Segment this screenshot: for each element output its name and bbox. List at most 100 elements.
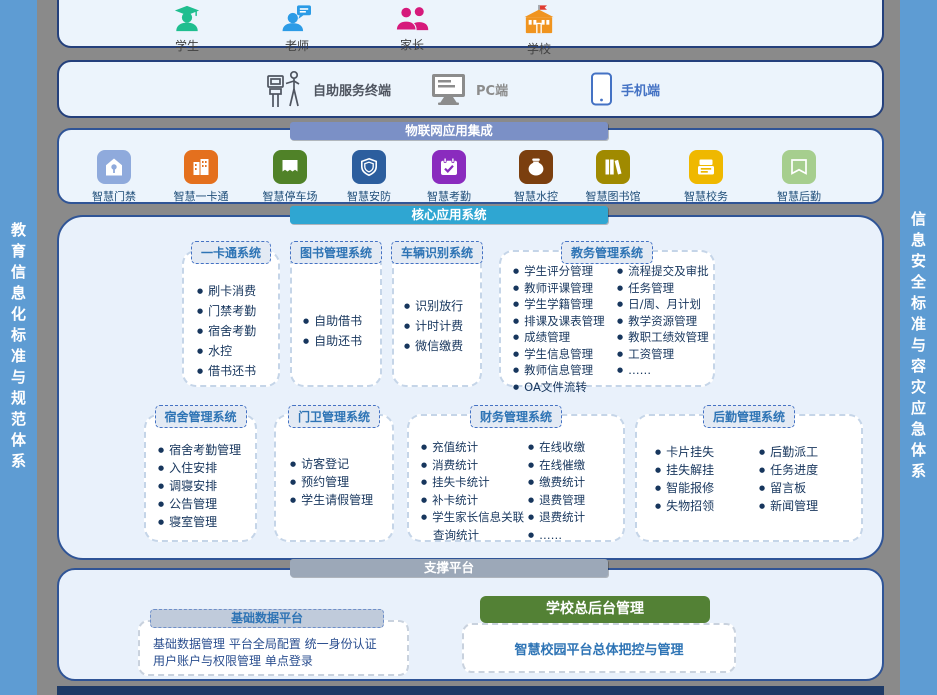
system-item-list: 自助借书自助还书 — [292, 252, 380, 352]
terminal-pc-label: PC端 — [476, 80, 508, 99]
list-item: 退费统计 — [528, 510, 619, 528]
attendance-calendar-icon — [432, 150, 466, 184]
list-item: 充值统计 — [421, 440, 528, 458]
school-backend-title: 学校总后台管理 — [480, 596, 710, 623]
system-title: 一卡通系统 — [191, 241, 271, 264]
system-gate: 门卫管理系统 访客登记预约管理学生请假管理 — [274, 414, 394, 542]
list-item: …… — [617, 363, 709, 380]
list-item: 访客登记 — [290, 456, 392, 474]
list-item: 智能报修 — [655, 480, 759, 498]
list-item: 在线收缴 — [528, 440, 619, 458]
school-icon — [522, 4, 556, 35]
left-standard-bar-label: 教育信息化标准与规范体系 — [8, 222, 29, 474]
list-item: 成绩管理 — [513, 330, 617, 347]
door-access-icon — [97, 150, 131, 184]
list-item: 计时计费 — [404, 317, 480, 337]
iot-label: 智慧一卡通 — [161, 188, 241, 204]
system-title: 教务管理系统 — [561, 241, 653, 264]
terminal-pc: PC端 — [430, 73, 508, 105]
system-library: 图书管理系统 自助借书自助还书 — [290, 250, 382, 387]
list-item: 教师信息管理 — [513, 363, 617, 380]
iot-logistics: 智慧后勤 — [759, 150, 839, 204]
list-item: 学生评分管理 — [513, 264, 617, 281]
one-card-icon — [184, 150, 218, 184]
list-item: 宿舍考勤管理 — [158, 442, 255, 460]
list-item: 教职工绩效管理 — [617, 330, 709, 347]
system-item-list: 充值统计消费统计挂失卡统计补卡统计学生家长信息关联查询统计 — [421, 440, 528, 545]
system-item-list: 访客登记预约管理学生请假管理 — [276, 416, 392, 510]
system-title: 车辆识别系统 — [391, 241, 483, 264]
list-item: 学生家长信息关联查询统计 — [421, 510, 528, 543]
iot-attendance: 智慧考勤 — [409, 150, 489, 204]
system-item-list: 识别放行计时计费微信缴费 — [394, 252, 480, 357]
core-systems-panel: 一卡通系统 刷卡消费门禁考勤宿舍考勤水控借书还书 图书管理系统 自助借书自助还书… — [57, 215, 884, 560]
list-item: 门禁考勤 — [197, 302, 278, 322]
system-item-list: 卡片挂失挂失解挂智能报修失物招领 — [655, 444, 759, 516]
list-item: 水控 — [197, 342, 278, 362]
system-finance: 财务管理系统 充值统计消费统计挂失卡统计补卡统计学生家长信息关联查询统计 在线收… — [407, 414, 625, 542]
left-standard-bar: 教育信息化标准与规范体系 — [0, 0, 37, 695]
support-panel: 基础数据平台 基础数据管理 平台全局配置 统一身份认证 用户账户与权限管理 单点… — [57, 568, 884, 681]
terminal-mobile-label: 手机端 — [621, 80, 660, 99]
user-student: 学生 — [152, 4, 222, 54]
system-item-list: 后勤派工任务进度留言板新闻管理 — [759, 444, 857, 516]
list-item: 消费统计 — [421, 458, 528, 476]
security-shield-icon — [352, 150, 386, 184]
list-item: 在线催缴 — [528, 458, 619, 476]
system-title: 图书管理系统 — [290, 241, 382, 264]
list-item: 失物招领 — [655, 498, 759, 516]
list-item: OA文件流转 — [513, 380, 617, 397]
iot-parking: 智慧停车场 — [250, 150, 330, 204]
terminal-kiosk-label: 自助服务终端 — [313, 80, 391, 99]
system-item-list: 学生评分管理教师评课管理学生学籍管理排课及课表管理成绩管理学生信息管理教师信息管… — [513, 264, 617, 396]
iot-label: 智慧安防 — [329, 188, 409, 204]
system-title: 门卫管理系统 — [288, 405, 380, 428]
school-backend-box: 智慧校园平台总体把控与管理 — [462, 623, 736, 673]
list-item: 日/周、月计划 — [617, 297, 709, 314]
school-backend-desc: 智慧校园平台总体把控与管理 — [514, 639, 683, 658]
list-item: 流程提交及审批 — [617, 264, 709, 281]
system-title: 宿舍管理系统 — [154, 405, 246, 428]
list-item: 学生信息管理 — [513, 347, 617, 364]
system-item-list: 流程提交及审批任务管理日/周、月计划教学资源管理教职工绩效管理工资管理…… — [617, 264, 709, 396]
logistics-banner-icon — [782, 150, 816, 184]
parking-icon — [273, 150, 307, 184]
list-item: 自助借书 — [303, 312, 380, 332]
iot-label: 智慧水控 — [496, 188, 576, 204]
iot-label: 智慧门禁 — [74, 188, 154, 204]
school-affairs-printer-icon — [689, 150, 723, 184]
system-vehicle: 车辆识别系统 识别放行计时计费微信缴费 — [392, 250, 482, 387]
list-item: 识别放行 — [404, 297, 480, 317]
iot-security: 智慧安防 — [329, 150, 409, 204]
terminals-panel: 自助服务终端 PC端 手机端 — [57, 60, 884, 118]
list-item: 任务进度 — [759, 462, 857, 480]
list-item: 预约管理 — [290, 474, 392, 492]
self-service-kiosk-icon — [265, 69, 305, 109]
list-item: 退费管理 — [528, 493, 619, 511]
system-title: 财务管理系统 — [470, 405, 562, 428]
list-item: 自助还书 — [303, 332, 380, 352]
right-standard-bar: 信息安全标准与容灾应急体系 — [900, 0, 937, 695]
list-item: 挂失解挂 — [655, 462, 759, 480]
list-item: 新闻管理 — [759, 498, 857, 516]
parents-icon — [396, 4, 429, 31]
support-section-banner: 支撑平台 — [290, 559, 608, 577]
teacher-icon — [281, 4, 313, 32]
iot-label: 智慧后勤 — [759, 188, 839, 204]
iot-door-access: 智慧门禁 — [74, 150, 154, 204]
list-item: 宿舍考勤 — [197, 322, 278, 342]
user-student-label: 学生 — [152, 37, 222, 54]
list-item: 借书还书 — [197, 362, 278, 382]
iot-label: 智慧停车场 — [250, 188, 330, 204]
iot-label: 智慧图书馆 — [573, 188, 653, 204]
iot-one-card: 智慧一卡通 — [161, 150, 241, 204]
system-logistics: 后勤管理系统 卡片挂失挂失解挂智能报修失物招领 后勤派工任务进度留言板新闻管理 — [635, 414, 863, 542]
list-item: 刷卡消费 — [197, 282, 278, 302]
iot-label: 智慧考勤 — [409, 188, 489, 204]
iot-label: 智慧校务 — [666, 188, 746, 204]
users-panel: 学生 老师 家长 — [57, 0, 884, 48]
list-item: 学生学籍管理 — [513, 297, 617, 314]
list-item: 公告管理 — [158, 496, 255, 514]
user-teacher: 老师 — [262, 4, 332, 54]
list-item: 留言板 — [759, 480, 857, 498]
